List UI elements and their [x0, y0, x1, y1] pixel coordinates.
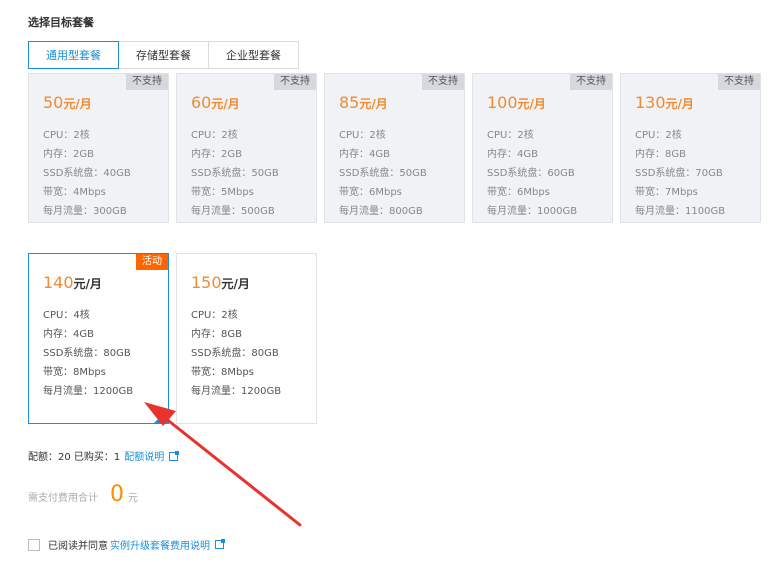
unsupported-badge: 不支持 [570, 74, 612, 90]
total-currency: 元 [128, 493, 138, 504]
spec-cpu: CPU：2核 [487, 130, 534, 141]
spec-disk: SSD系统盘：60GB [487, 168, 575, 179]
spec-cpu: CPU：2核 [339, 130, 386, 141]
check-icon: ✓ [160, 414, 167, 423]
spec-traffic: 每月流量：1200GB [43, 386, 134, 397]
quota-help-link[interactable]: 配额说明 [124, 452, 164, 463]
plan-specs: CPU：2核 内存：2GB SSD系统盘：40GB 带宽：4Mbps 每月流量：… [43, 126, 131, 221]
spec-disk: SSD系统盘：80GB [43, 348, 131, 359]
spec-memory: 内存：8GB [191, 329, 242, 340]
unsupported-badge: 不支持 [422, 74, 464, 90]
spec-bandwidth: 带宽：6Mbps [339, 187, 402, 198]
spec-bandwidth: 带宽：8Mbps [43, 367, 106, 378]
spec-traffic: 每月流量：1200GB [191, 386, 282, 397]
plan-card-150[interactable]: 150元/月 CPU：2核 内存：8GB SSD系统盘：80GB 带宽：8Mbp… [176, 253, 317, 424]
spec-bandwidth: 带宽：7Mbps [635, 187, 698, 198]
plan-price: 140元/月 [43, 273, 102, 292]
plan-card-60[interactable]: 不支持 60元/月 CPU：2核 内存：2GB SSD系统盘：50GB 带宽：5… [176, 73, 317, 223]
spec-traffic: 每月流量：500GB [191, 206, 275, 217]
fee-doc-link[interactable]: 实例升级套餐费用说明 [110, 537, 210, 552]
spec-disk: SSD系统盘：50GB [339, 168, 427, 179]
unsupported-badge: 不支持 [718, 74, 760, 90]
spec-bandwidth: 带宽：4Mbps [43, 187, 106, 198]
tab-storage[interactable]: 存储型套餐 [118, 41, 209, 69]
spec-memory: 内存：2GB [191, 149, 242, 160]
spec-memory: 内存：4GB [43, 329, 94, 340]
spec-cpu: CPU：2核 [43, 130, 90, 141]
spec-bandwidth: 带宽：5Mbps [191, 187, 254, 198]
plan-specs: CPU：2核 内存：8GB SSD系统盘：80GB 带宽：8Mbps 每月流量：… [191, 306, 281, 401]
spec-memory: 内存：4GB [487, 149, 538, 160]
plan-card-130[interactable]: 不支持 130元/月 CPU：2核 内存：8GB SSD系统盘：70GB 带宽：… [620, 73, 761, 223]
external-link-icon[interactable] [215, 539, 225, 549]
quota-text: 配额：20 已购买：1 [28, 452, 121, 463]
agree-text: 已阅读并同意 [48, 541, 108, 552]
spec-traffic: 每月流量：300GB [43, 206, 127, 217]
total-cost: 需支付费用合计 0 元 [28, 484, 138, 506]
total-label: 需支付费用合计 [28, 493, 98, 504]
plan-specs: CPU：4核 内存：4GB SSD系统盘：80GB 带宽：8Mbps 每月流量：… [43, 306, 133, 401]
spec-cpu: CPU：2核 [191, 130, 238, 141]
spec-disk: SSD系统盘：50GB [191, 168, 279, 179]
spec-traffic: 每月流量：1100GB [635, 206, 726, 217]
plan-type-tabs: 通用型套餐 存储型套餐 企业型套餐 [28, 41, 299, 69]
unsupported-badge: 不支持 [126, 74, 168, 90]
external-link-icon[interactable] [169, 451, 180, 461]
plan-card-85[interactable]: 不支持 85元/月 CPU：2核 内存：4GB SSD系统盘：50GB 带宽：6… [324, 73, 465, 223]
plan-price: 50元/月 [43, 93, 92, 112]
spec-disk: SSD系统盘：40GB [43, 168, 131, 179]
spec-cpu: CPU：2核 [191, 310, 238, 321]
plan-card-50[interactable]: 不支持 50元/月 CPU：2核 内存：2GB SSD系统盘：40GB 带宽：4… [28, 73, 169, 223]
section-title: 选择目标套餐 [28, 16, 94, 29]
plan-price: 130元/月 [635, 93, 694, 112]
plan-specs: CPU：2核 内存：4GB SSD系统盘：60GB 带宽：6Mbps 每月流量：… [487, 126, 577, 221]
agree-checkbox[interactable] [28, 538, 40, 551]
agreement: 已阅读并同意 实例升级套餐费用说明 [28, 537, 225, 552]
plan-price: 85元/月 [339, 93, 388, 112]
spec-traffic: 每月流量：1000GB [487, 206, 578, 217]
plan-specs: CPU：2核 内存：4GB SSD系统盘：50GB 带宽：6Mbps 每月流量：… [339, 126, 427, 221]
spec-bandwidth: 带宽：6Mbps [487, 187, 550, 198]
unsupported-badge: 不支持 [274, 74, 316, 90]
plan-card-140[interactable]: 活动 140元/月 CPU：4核 内存：4GB SSD系统盘：80GB 带宽：8… [28, 253, 169, 424]
spec-bandwidth: 带宽：8Mbps [191, 367, 254, 378]
spec-cpu: CPU：4核 [43, 310, 90, 321]
spec-memory: 内存：2GB [43, 149, 94, 160]
spec-cpu: CPU：2核 [635, 130, 682, 141]
total-amount: 0 [110, 482, 124, 507]
plan-price: 100元/月 [487, 93, 546, 112]
arrow-shaft [158, 412, 302, 527]
spec-disk: SSD系统盘：80GB [191, 348, 279, 359]
tab-enterprise[interactable]: 企业型套餐 [208, 41, 299, 69]
spec-memory: 内存：4GB [339, 149, 390, 160]
activity-badge: 活动 [136, 254, 168, 270]
tab-general[interactable]: 通用型套餐 [28, 41, 119, 69]
plan-specs: CPU：2核 内存：8GB SSD系统盘：70GB 带宽：7Mbps 每月流量：… [635, 126, 725, 221]
spec-traffic: 每月流量：800GB [339, 206, 423, 217]
spec-memory: 内存：8GB [635, 149, 686, 160]
plan-card-100[interactable]: 不支持 100元/月 CPU：2核 内存：4GB SSD系统盘：60GB 带宽：… [472, 73, 613, 223]
spec-disk: SSD系统盘：70GB [635, 168, 723, 179]
plan-specs: CPU：2核 内存：2GB SSD系统盘：50GB 带宽：5Mbps 每月流量：… [191, 126, 279, 221]
plan-price: 60元/月 [191, 93, 240, 112]
quota-info: 配额：20 已购买：1 配额说明 [28, 448, 180, 463]
plan-price: 150元/月 [191, 273, 250, 292]
